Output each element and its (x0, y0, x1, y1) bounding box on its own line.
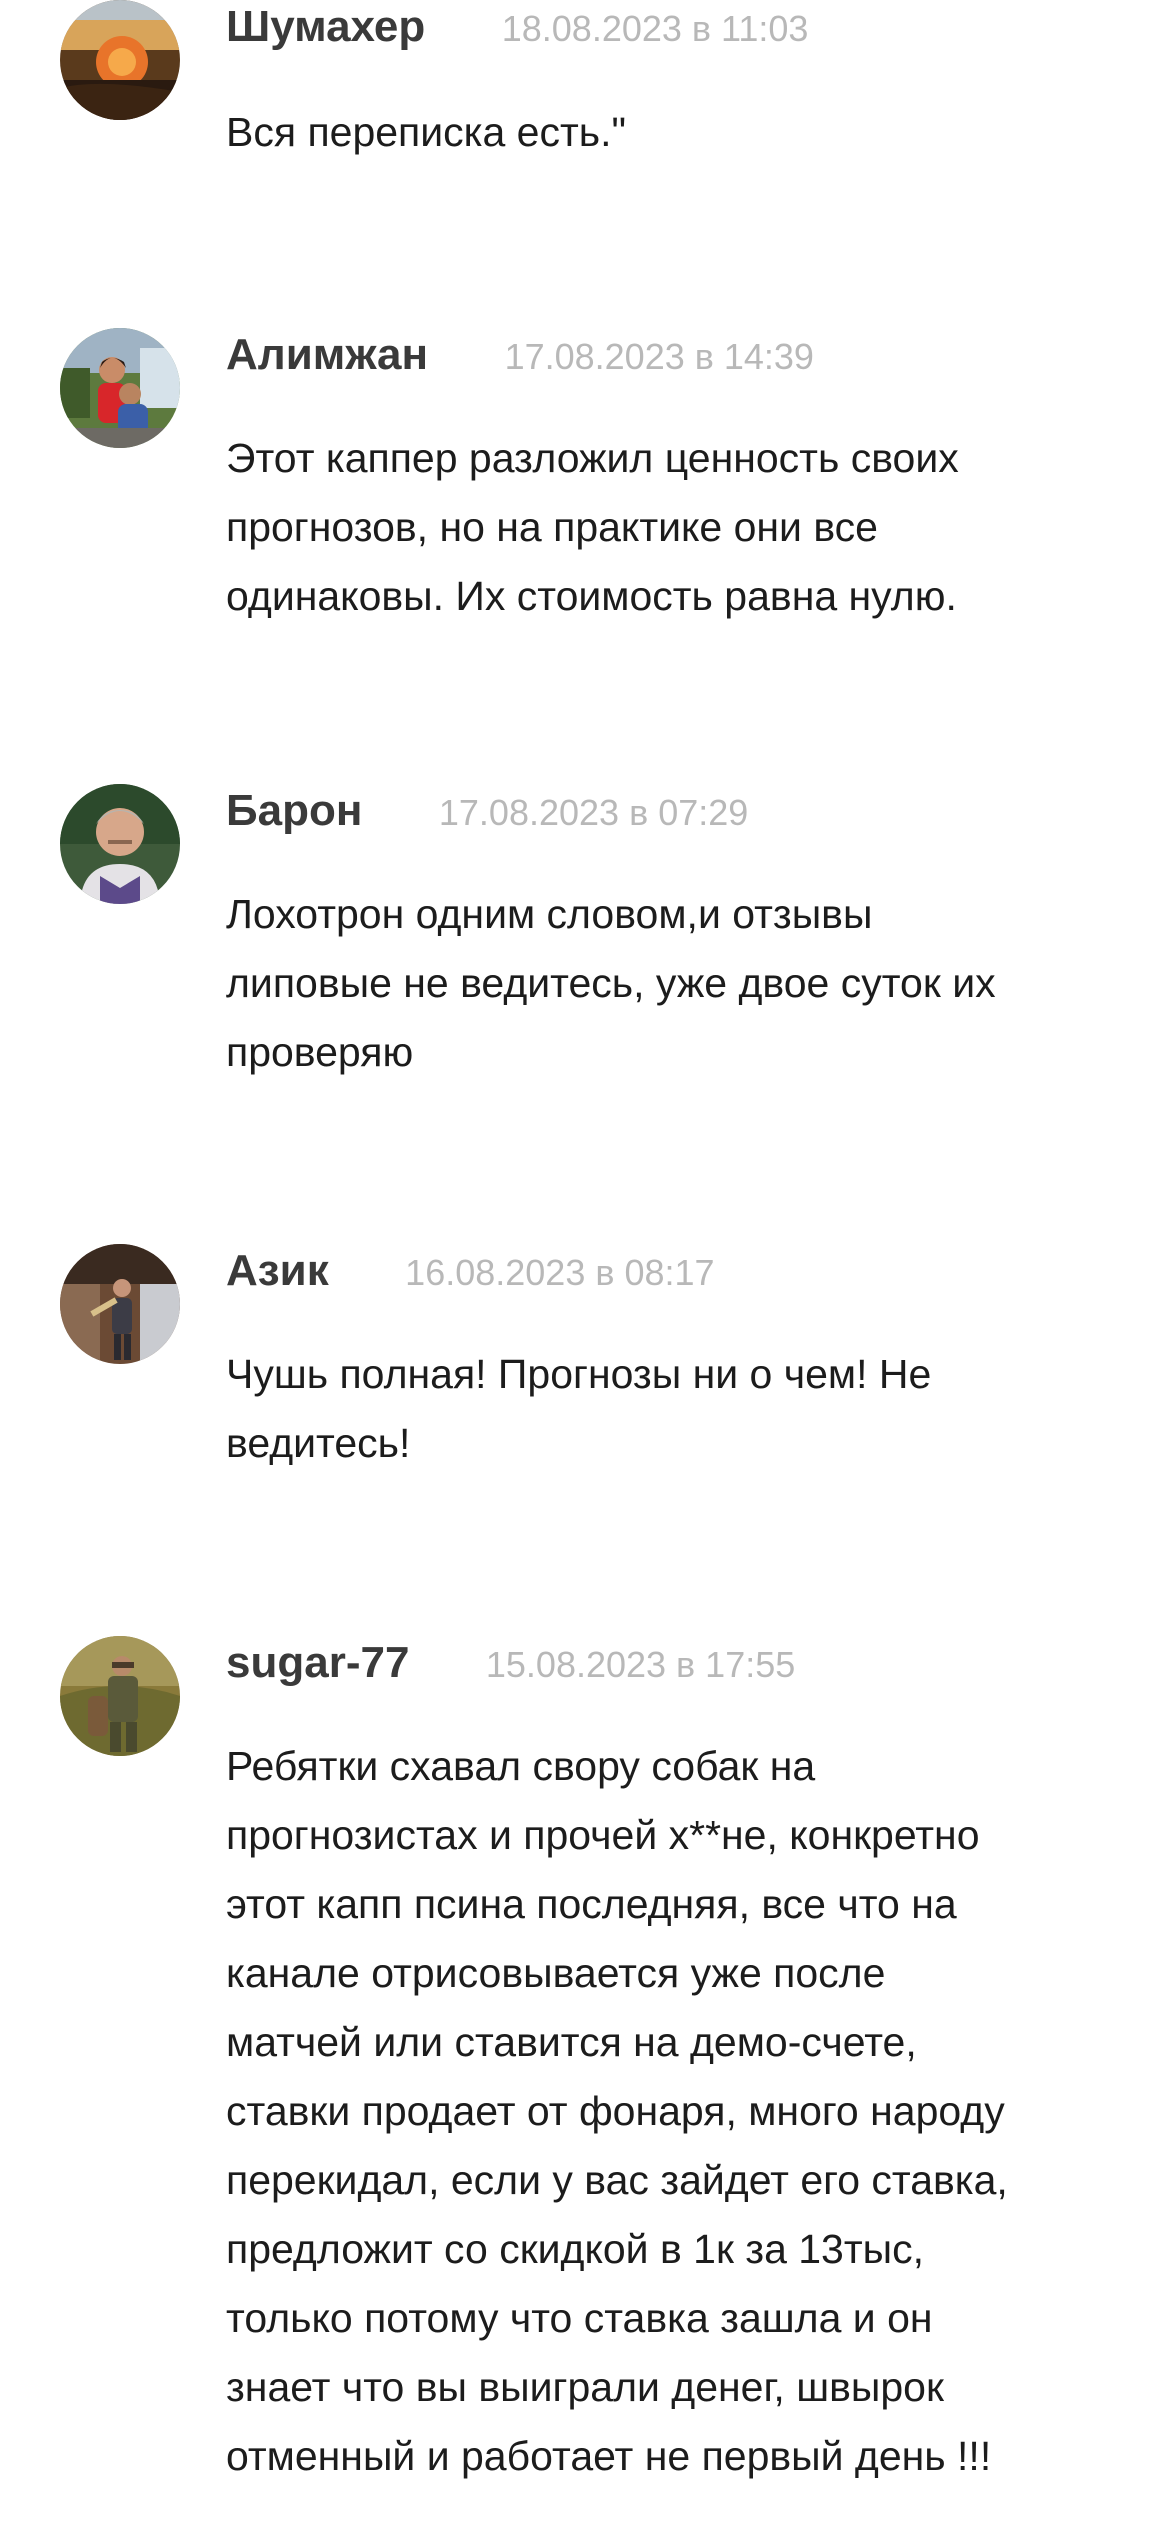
comment-date: 16.08.2023 в 08:17 (405, 1252, 715, 1293)
comment-text: Лохотрон одним словом,и отзывы липовые н… (226, 880, 1126, 1087)
comment-text: Этот каппер разложил ценность своих прог… (226, 424, 1126, 631)
comment-text-line: Этот каппер разложил ценность своих (226, 435, 959, 481)
comment-date: 17.08.2023 в 14:39 (504, 336, 814, 377)
comment-text-line: Чушь полная! Прогнозы ни о чем! Не (226, 1351, 932, 1397)
comment-text-line: прогнозистах и прочей х**не, конкретно (226, 1812, 980, 1858)
user-avatar[interactable] (60, 328, 180, 448)
comment-text-line: матчей или ставится на демо-счете, (226, 2019, 917, 2065)
comment-date: 15.08.2023 в 17:55 (485, 1644, 796, 1685)
comment-text-line: проверяю (226, 1029, 414, 1075)
comment-text-line: перекидал, если у вас зайдет его ставка, (226, 2157, 1008, 2203)
user-avatar[interactable] (60, 784, 180, 904)
comment-text-line: отменный и работает не первый день !!! (226, 2433, 992, 2479)
comment-author: sugar-77 (226, 1638, 410, 1687)
comment-date: 17.08.2023 в 07:29 (438, 792, 749, 833)
comment-text-line: Ребятки схавал свору собак на (226, 1743, 816, 1789)
comment-text-line: липовые не ведитесь, уже двое суток их (226, 960, 996, 1006)
comment-text-line: только потому что ставка зашла и он (226, 2295, 933, 2341)
comment-text: Ребятки схавал свору собак на прогнозист… (226, 1732, 1126, 2491)
comment-text-line: Вся переписка есть." (226, 109, 627, 155)
comment-text-line: ставки продает от фонаря, много народу (226, 2088, 1005, 2134)
comment-text-line: этот капп псина последняя, все что на (226, 1881, 957, 1927)
comment-text-line: ведитесь! (226, 1420, 411, 1466)
comment-text-line: знает что вы выиграли денег, швырок (226, 2364, 944, 2410)
comment-text: Вся переписка есть." (226, 98, 1126, 167)
comment-author: Барон (226, 786, 363, 835)
couple-photo-avatar (60, 328, 180, 448)
comment-text-line: одинаковы. Их стоимость равна нулю. (226, 573, 957, 619)
user-avatar[interactable] (60, 0, 180, 120)
comment-text-line: Лохотрон одним словом,и отзывы (226, 891, 873, 937)
comment-author: Азик (226, 1246, 329, 1295)
hunter-photo-avatar (60, 1636, 180, 1756)
user-avatar[interactable] (60, 1636, 180, 1756)
man-standing-avatar (60, 1244, 180, 1364)
comment-author: Алимжан (226, 330, 429, 379)
comment-text-line: предложит со скидкой в 1к за 13тыс, (226, 2226, 925, 2272)
comment-text-line: канале отрисовывается уже после (226, 1950, 886, 1996)
sunset-photo-avatar (60, 0, 180, 120)
comment-author: Шумахер (226, 2, 426, 51)
comment-date: 18.08.2023 в 11:03 (501, 8, 809, 49)
man-portrait-avatar (60, 784, 180, 904)
comment-text-line: прогнозов, но на практике они все (226, 504, 878, 550)
user-avatar[interactable] (60, 1244, 180, 1364)
comment-text: Чушь полная! Прогнозы ни о чем! Не ведит… (226, 1340, 1126, 1478)
